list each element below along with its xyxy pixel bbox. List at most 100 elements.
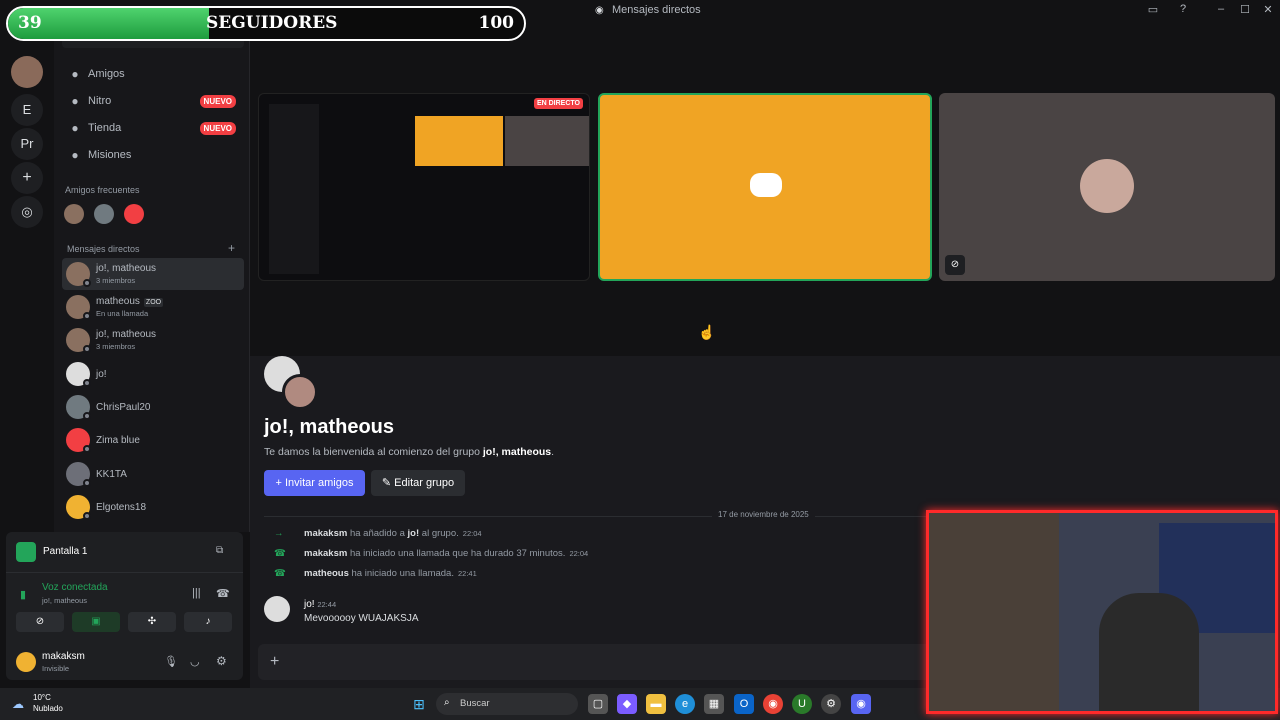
add-attachment-icon[interactable]: +	[270, 653, 279, 671]
group-title: jo!, matheous	[264, 416, 395, 438]
status-indicator	[83, 312, 91, 320]
welcome-name: jo!, matheous	[482, 446, 552, 458]
user-avatar[interactable]	[16, 652, 36, 672]
edge-icon[interactable]: e	[675, 694, 695, 714]
noise-icon[interactable]: |||	[192, 587, 201, 599]
dm-item[interactable]: jo!, matheous 3 miembros	[62, 258, 244, 290]
close-button[interactable]: ✕	[1258, 3, 1278, 16]
weather-temp[interactable]: 10°C	[33, 693, 51, 702]
divider	[6, 572, 243, 573]
message-author[interactable]: jo! 22:44	[304, 599, 336, 610]
soundboard-button[interactable]: ♪	[184, 612, 232, 632]
frequent-friend-avatar[interactable]	[124, 204, 144, 224]
user-status: Invisible	[42, 664, 70, 673]
event-user[interactable]: makaksm	[304, 528, 347, 539]
frequent-friends-heading: Amigos frecuentes	[65, 185, 140, 195]
server-e[interactable]: E	[11, 94, 43, 126]
app-u-icon[interactable]: U	[792, 694, 812, 714]
store-icon[interactable]: ▦	[704, 694, 724, 714]
dm-item[interactable]: KK1TA	[62, 458, 244, 490]
weather-text[interactable]: Nublado	[33, 704, 63, 713]
user-name[interactable]: makaksm	[42, 651, 85, 662]
stream-button[interactable]: ▣	[72, 612, 120, 632]
message-avatar[interactable]	[264, 596, 290, 622]
nav-item-amigos[interactable]: ● Amigos	[62, 62, 244, 88]
nav-item-nitro[interactable]: ● Nitro NUEVO	[62, 89, 244, 115]
frequent-friend-avatar[interactable]	[64, 204, 84, 224]
invite-friends-button[interactable]: + Invitar amigos	[264, 470, 365, 496]
task-view-icon[interactable]: ▢	[588, 694, 608, 714]
event-text: ha iniciado una llamada.	[348, 568, 454, 579]
add-server-icon[interactable]: +	[11, 162, 43, 194]
discord-icon: ◉	[595, 5, 604, 16]
follower-count: 39	[18, 13, 42, 33]
nav-item-tienda[interactable]: ● Tienda NUEVO	[62, 116, 244, 142]
welcome-text: Te damos la bienvenida al comienzo del g…	[264, 446, 483, 458]
minimize-button[interactable]: –	[1211, 3, 1231, 15]
disconnect-icon[interactable]: ☎	[216, 587, 230, 600]
muted-icon: ⊘	[945, 255, 965, 275]
event-user[interactable]: makaksm	[304, 548, 347, 559]
edit-group-button[interactable]: ✎ Editar grupo	[371, 470, 465, 496]
mic-icon[interactable]: 🎙	[164, 655, 178, 668]
signal-icon: ▮	[20, 589, 27, 601]
voice-status[interactable]: Voz conectada	[42, 582, 108, 593]
cursor-icon: ☝	[698, 324, 716, 340]
dm-heading: Mensajes directos	[67, 244, 140, 254]
live-badge: EN DIRECTO	[533, 98, 583, 109]
chrome-icon[interactable]: ◉	[763, 694, 783, 714]
taskbar-search[interactable]: ⌕ Buscar	[436, 693, 578, 715]
welcome-suffix: .	[551, 446, 555, 458]
app-icon[interactable]: ⚙	[821, 694, 841, 714]
friends-icon: ●	[71, 67, 79, 81]
dm-item[interactable]: jo!	[62, 358, 244, 390]
dm-item[interactable]: jo!, matheous 3 miembros	[62, 324, 244, 356]
voice-panel: Pantalla 1 ⧉ ▮ Voz conectada jo!, matheo…	[6, 532, 243, 680]
dm-name: Zima blue	[96, 435, 140, 446]
dm-item[interactable]: Zima blue	[62, 424, 244, 456]
quests-icon: ●	[71, 148, 79, 162]
dm-item[interactable]: ChrisPaul20	[62, 391, 244, 423]
nav-item-misiones[interactable]: ● Misiones	[62, 143, 244, 169]
dm-name: jo!	[96, 369, 107, 380]
dm-subtitle: 3 miembros	[96, 276, 136, 285]
discord-taskbar-icon[interactable]: ◉	[851, 694, 871, 714]
camera-off-button[interactable]: ⊘	[16, 612, 64, 632]
nitro-icon: ●	[71, 94, 79, 108]
new-badge: NUEVO	[199, 95, 236, 108]
discover-icon[interactable]: ◎	[11, 196, 43, 228]
pencil-icon: ✎	[381, 477, 395, 489]
group-welcome: Te damos la bienvenida al comienzo del g…	[264, 446, 554, 458]
activities-button[interactable]: ✣	[128, 612, 176, 632]
help-icon[interactable]: ?	[1173, 3, 1193, 15]
dm-name-text: Zima blue	[96, 435, 140, 446]
dm-item[interactable]: matheous ZOO En una llamada	[62, 291, 244, 323]
settings-icon[interactable]: ⚙	[216, 654, 227, 668]
new-dm-icon[interactable]: +	[228, 241, 235, 255]
system-message: ☎ matheous ha iniciado una llamada. 22:41	[274, 568, 477, 579]
user-tile[interactable]: ⊘	[939, 93, 1275, 281]
event-target[interactable]: jo!	[408, 528, 420, 539]
dm-name: KK1TA	[96, 469, 127, 480]
phone-icon: ☎	[274, 548, 286, 559]
status-indicator	[83, 512, 91, 520]
dm-name: jo!, matheous	[96, 263, 156, 274]
maximize-button[interactable]: ☐	[1235, 3, 1255, 16]
speaking-user-tile[interactable]	[598, 93, 932, 281]
inbox-icon[interactable]: ▭	[1143, 3, 1163, 16]
dm-item[interactable]: Elgotens18	[62, 491, 244, 523]
date-divider: 17 de noviembre de 2025	[712, 510, 815, 519]
outlook-icon[interactable]: O	[734, 694, 754, 714]
event-user[interactable]: matheous	[304, 568, 349, 579]
stream-tile[interactable]: EN DIRECTO	[258, 93, 590, 281]
frequent-friend-avatar[interactable]	[94, 204, 114, 224]
headphones-icon[interactable]: ◡	[190, 655, 200, 668]
dm-name-text: jo!, matheous	[96, 263, 157, 274]
windows-start-icon[interactable]: ⊞	[409, 694, 429, 714]
voice-channel[interactable]: jo!, matheous	[42, 596, 87, 605]
server-pr[interactable]: Pr	[11, 128, 43, 160]
copilot-icon[interactable]: ◆	[617, 694, 637, 714]
folder-icon[interactable]: ▬	[646, 694, 666, 714]
popout-icon[interactable]: ⧉	[216, 545, 223, 556]
server-avatar[interactable]	[11, 56, 43, 88]
